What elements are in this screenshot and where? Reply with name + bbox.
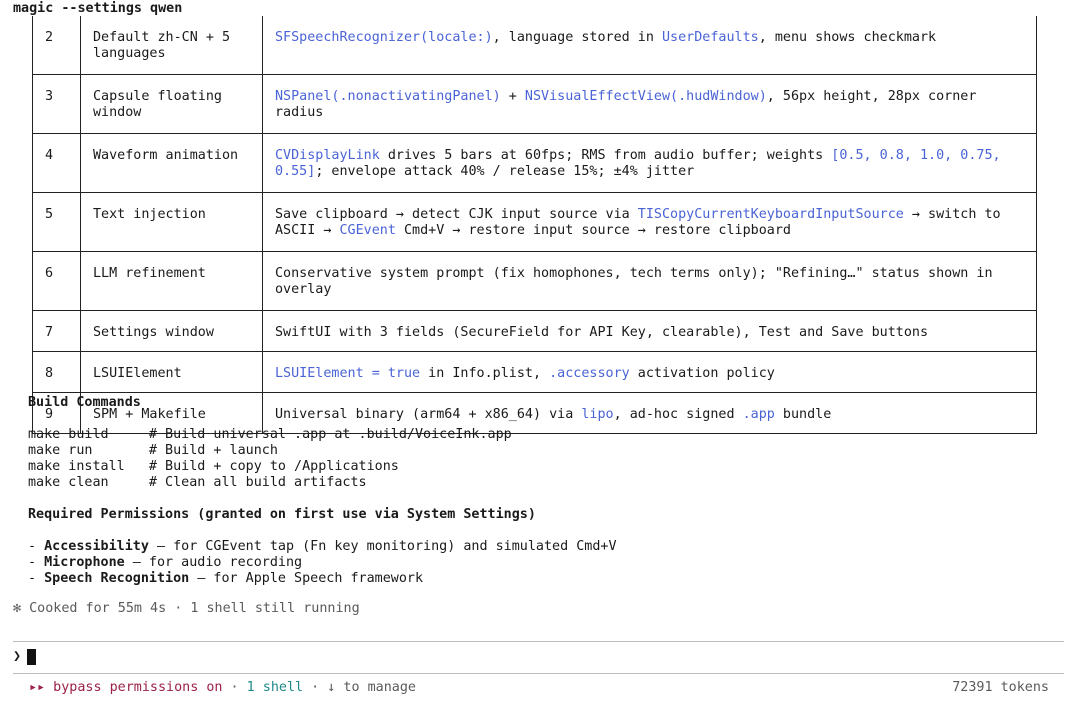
row-number: 5: [32, 192, 81, 252]
feature-detail: SwiftUI with 3 fields (SecureField for A…: [262, 310, 1037, 352]
build-command-line: make clean # Clean all build artifacts: [28, 475, 367, 490]
feature-name: Waveform animation: [80, 133, 263, 193]
feature-name: Capsule floating window: [80, 74, 263, 134]
text-span: in Info.plist,: [420, 366, 550, 381]
text-cursor: [27, 649, 37, 665]
footer-manage-hint: · ↓ to manage: [303, 680, 416, 695]
permissions-heading: Required Permissions (granted on first u…: [28, 507, 536, 522]
build-command-line: make install # Build + copy to /Applicat…: [28, 459, 399, 474]
output-content: Build Commands make build # Build univer…: [28, 395, 1068, 587]
permissions-list: - Accessibility — for CGEvent tap (Fn ke…: [28, 539, 1068, 587]
feature-detail: CVDisplayLink drives 5 bars at 60fps; RM…: [262, 133, 1037, 193]
text-span: +: [500, 89, 525, 104]
row-number: 7: [32, 310, 81, 352]
permission-desc: — for CGEvent tap (Fn key monitoring) an…: [148, 539, 617, 554]
table-row: 8 LSUIElement LSUIElement = true in Info.p…: [32, 351, 1037, 393]
prompt-symbol: ❯: [13, 649, 22, 664]
bypass-permissions-indicator[interactable]: ▸▸ bypass permissions on: [29, 680, 222, 695]
token-count: 72391 tokens: [952, 680, 1049, 695]
window-title: magic --settings qwen: [13, 1, 183, 16]
text-span: ; envelope attack 40% / release 15%; ±4%…: [315, 164, 695, 179]
build-command-line: make run # Build + launch: [28, 443, 278, 458]
permission-desc: — for Apple Speech framework: [189, 571, 424, 586]
text-span: Cmd+V → restore input source → restore c…: [395, 223, 791, 238]
table-row: 5 Text injection Save clipboard → detect C…: [32, 192, 1037, 252]
feature-table: 1Fn hold-to-recordCGEvent.tapCreate on .…: [32, 0, 1037, 434]
build-command-line: make build # Build universal .app at .bu…: [28, 427, 512, 442]
text-span: Conservative system prompt (fix homophon…: [275, 266, 993, 297]
code-span: CVDisplayLink: [275, 148, 380, 163]
permission-item: - Speech Recognition — for Apple Speech …: [28, 571, 424, 586]
feature-name: LSUIElement: [80, 351, 263, 393]
table-row: 7 Settings window SwiftUI with 3 fields (S…: [32, 310, 1037, 352]
footer-status: ▸▸ bypass permissions on · 1 shell · ↓ t…: [29, 680, 1049, 696]
status-line: ✻ Cooked for 55m 4s · 1 shell still runn…: [13, 601, 360, 616]
feature-detail: Conservative system prompt (fix homophon…: [262, 251, 1037, 311]
window-title-bar: magic --settings qwen: [0, 0, 1080, 16]
code-span: .accessory: [549, 366, 630, 381]
text-span: , language stored in: [492, 30, 662, 45]
table-row: 3 Capsule floating window NSPanel(.nonacti…: [32, 74, 1037, 134]
code-span: UserDefaults: [661, 30, 759, 45]
row-number: 8: [32, 351, 81, 393]
code-span: SFSpeechRecognizer(locale:): [275, 30, 493, 45]
feature-name: Default zh-CN + 5 languages: [80, 15, 263, 75]
build-commands-heading: Build Commands: [28, 395, 141, 410]
feature-detail: SFSpeechRecognizer(locale:), language st…: [262, 15, 1037, 75]
text-span: Save clipboard → detect CJK input source…: [275, 207, 638, 222]
table-row: 6 LLM refinement Conservative system promp…: [32, 251, 1037, 311]
table-row: 4 Waveform animation CVDisplayLink drives …: [32, 133, 1037, 193]
feature-name: Settings window: [80, 310, 263, 352]
row-number: 4: [32, 133, 81, 193]
feature-detail: Save clipboard → detect CJK input source…: [262, 192, 1037, 252]
code-span: NSPanel(.nonactivatingPanel): [275, 89, 501, 104]
table-row: 2 Default zh-CN + 5 languages SFSpeechReco…: [32, 15, 1037, 75]
feature-detail: LSUIElement = true in Info.plist, .acces…: [262, 351, 1037, 393]
permission-item: - Accessibility — for CGEvent tap (Fn ke…: [28, 539, 617, 554]
permission-item: - Microphone — for audio recording: [28, 555, 303, 570]
build-commands-block: make build # Build universal .app at .bu…: [28, 427, 1068, 491]
prompt-input[interactable]: ❯: [13, 649, 37, 665]
permission-name: Speech Recognition: [44, 571, 190, 586]
code-span: NSVisualEffectView(.hudWindow): [524, 89, 767, 104]
text-span: activation policy: [629, 366, 775, 381]
feature-detail: NSPanel(.nonactivatingPanel) + NSVisualE…: [262, 74, 1037, 134]
row-number: 6: [32, 251, 81, 311]
row-number: 3: [32, 74, 81, 134]
text-span: drives 5 bars at 60fps; RMS from audio b…: [379, 148, 832, 163]
text-span: , menu shows checkmark: [758, 30, 937, 45]
footer-sep: ·: [222, 680, 247, 695]
text-span: SwiftUI with 3 fields (SecureField for A…: [275, 325, 929, 340]
code-span: LSUIElement = true: [275, 366, 421, 381]
permission-desc: — for audio recording: [124, 555, 303, 570]
feature-name: LLM refinement: [80, 251, 263, 311]
divider: [13, 641, 1064, 642]
code-span: CGEvent: [339, 223, 396, 238]
shell-count[interactable]: 1 shell: [247, 680, 303, 695]
divider: [13, 673, 1064, 674]
permission-name: Accessibility: [44, 539, 149, 554]
feature-table-body: 1Fn hold-to-recordCGEvent.tapCreate on .…: [32, 0, 1037, 434]
feature-name: Text injection: [80, 192, 263, 252]
code-span: TISCopyCurrentKeyboardInputSource: [637, 207, 904, 222]
row-number: 2: [32, 15, 81, 75]
permission-name: Microphone: [44, 555, 125, 570]
